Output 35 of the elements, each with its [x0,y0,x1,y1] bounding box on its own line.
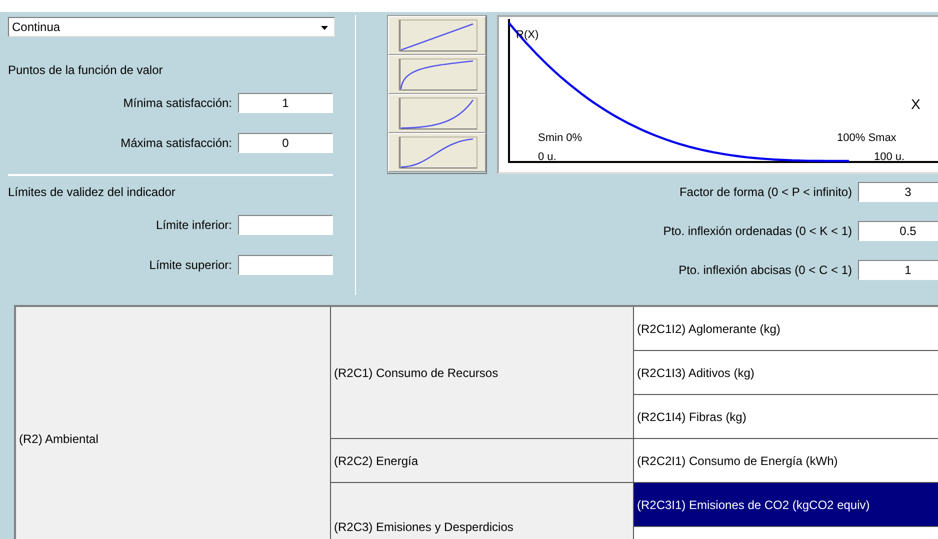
indicator-row[interactable]: (R2C2I1) Consumo de Energía (kWh) [634,439,938,483]
field-label: Mínima satisfacción: [123,96,232,110]
field-label: Pto. inflexión ordenadas (0 < K < 1) [663,224,852,238]
curve-type-button[interactable] [388,55,486,94]
curve-type-button[interactable] [388,133,486,172]
type-dropdown[interactable]: Continua [8,17,335,37]
chart-label: X [911,96,920,112]
input-field[interactable]: 1 [238,93,333,113]
curve-type-button[interactable] [388,16,486,55]
input-field[interactable]: 0.5 [858,221,938,241]
input-field[interactable]: 0 [238,133,333,153]
input-field[interactable] [238,255,333,275]
table-cell: (R2) Ambiental [16,307,331,539]
field-label: Factor de forma (0 < P < infinito) [679,185,852,199]
chart-label: 100% Smax [837,132,896,144]
table-cell: (R2C2) Energía [331,439,634,483]
section-title: Límites de validez del indicador [8,185,176,199]
section-title: Puntos de la función de valor [8,63,164,77]
field-label: Máxima satisfacción: [120,136,232,150]
chart-label: Smin 0% [538,132,582,144]
indicator-row[interactable]: (R2C3I1) Emisiones de CO2 (kgCO2 equiv) [634,483,938,527]
input-field[interactable]: 1 [858,260,938,280]
field-label: Límite superior: [149,258,232,272]
field-label: Límite inferior: [156,218,232,232]
chart-label: 0 u. [538,151,556,163]
indicator-row[interactable]: (R2C1I2) Aglomerante (kg) [634,307,938,351]
chart-label: 100 u. [874,151,905,163]
table-cell: (R2C1) Consumo de Recursos [331,307,634,439]
table-cell: (R2C3) Emisiones y Desperdicios [331,483,634,539]
input-field[interactable]: 3 [858,182,938,202]
indicator-row[interactable]: (R2C1I4) Fibras (kg) [634,395,938,439]
field-label: Pto. inflexión abcisas (0 < C < 1) [678,263,852,277]
curve-type-button[interactable] [388,94,486,133]
indicator-row[interactable]: (R2C1I3) Aditivos (kg) [634,351,938,395]
input-field[interactable] [238,215,333,235]
